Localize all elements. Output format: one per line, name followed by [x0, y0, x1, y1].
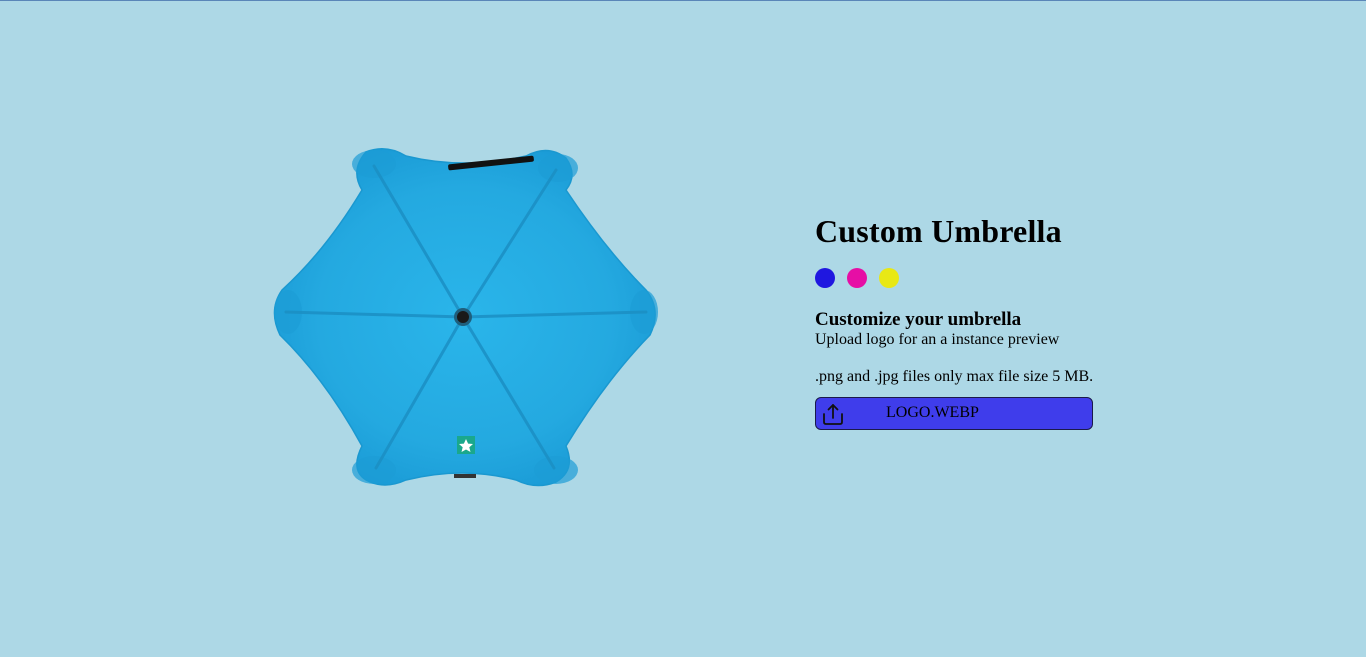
customize-description: Upload logo for an a instance preview: [815, 331, 1060, 348]
color-swatch-blue[interactable]: [815, 268, 835, 288]
umbrella-image: [273, 148, 658, 487]
upload-icon: [823, 404, 843, 425]
customize-heading: Customize your umbrella: [815, 309, 1022, 330]
upload-file-name: LOGO.WEBP: [886, 404, 979, 421]
customizer-panel: Custom Umbrella Customize your umbrella …: [815, 210, 1115, 430]
top-border: [0, 0, 1366, 1]
color-swatch-magenta[interactable]: [847, 268, 867, 288]
color-swatch-yellow[interactable]: [879, 268, 899, 288]
star-badge-icon: [457, 436, 475, 454]
umbrella-preview: [266, 140, 666, 496]
file-requirements-note: .png and .jpg files only max file size 5…: [815, 368, 1094, 385]
upload-logo-button[interactable]: LOGO.WEBP: [815, 397, 1093, 430]
product-title: Custom Umbrella: [815, 213, 1062, 249]
color-swatches: [815, 268, 1115, 288]
